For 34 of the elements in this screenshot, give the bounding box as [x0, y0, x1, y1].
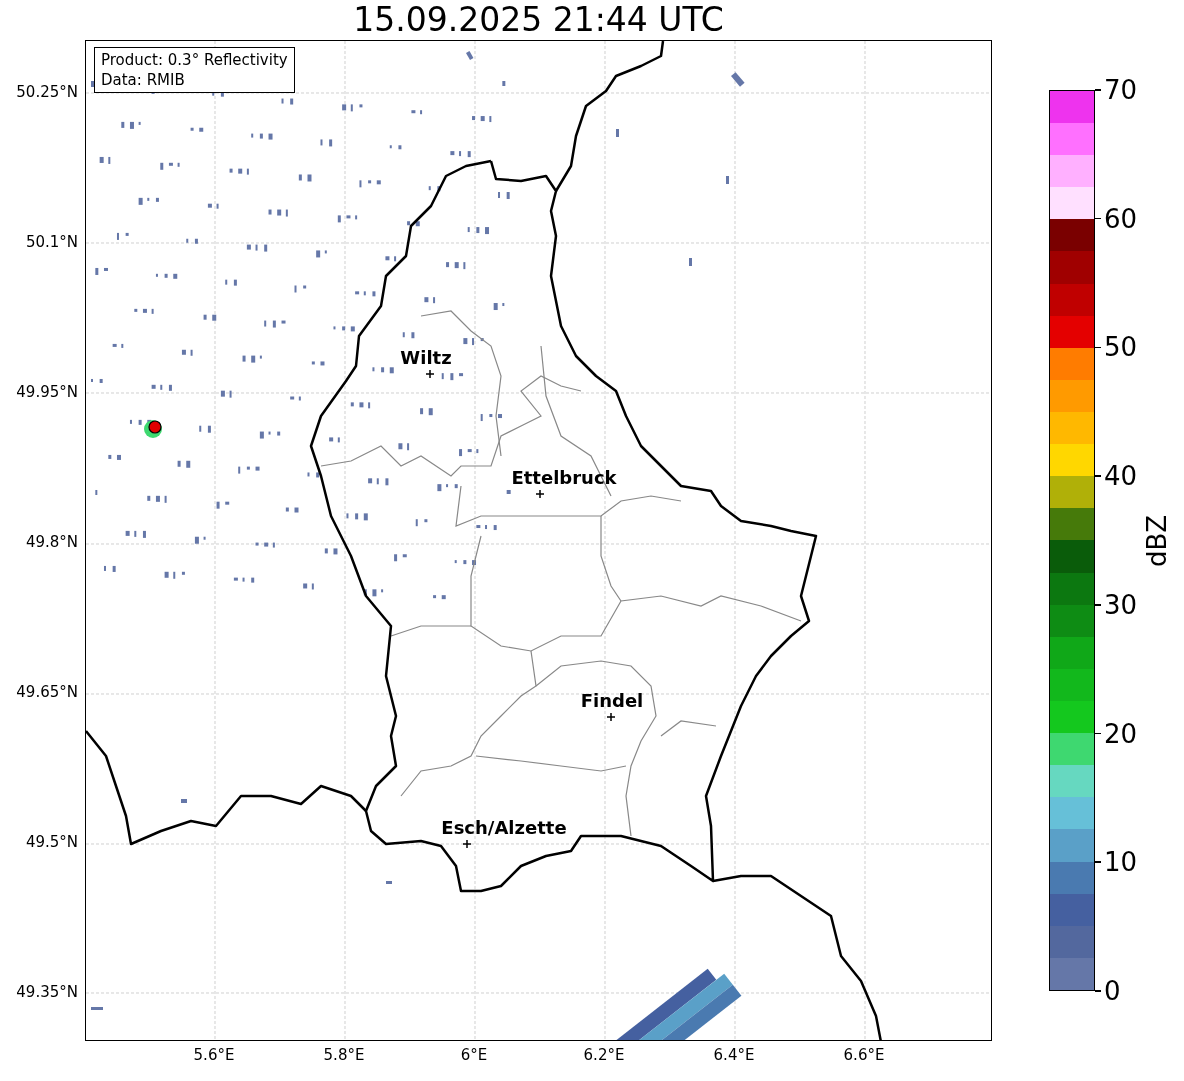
info-text: Data: RMIB [101, 70, 186, 90]
city-label: Findel [580, 691, 644, 711]
longitude-label: 6.2°E [582, 1045, 626, 1065]
scale-tick-label: 50 [1103, 332, 1138, 363]
longitude-label: 5.8°E [322, 1045, 366, 1065]
scale-tick-label: 10 [1103, 847, 1138, 878]
info-text: Product: 0.3° Reflectivity [101, 50, 288, 70]
city-marker [535, 489, 545, 499]
scale-unit-label: dBZ [1142, 514, 1173, 567]
longitude-label: 5.6°E [192, 1045, 236, 1065]
latitude-label: 49.8°N [25, 532, 78, 552]
longitude-label: 6°E [459, 1045, 489, 1065]
longitude-label: 6.4°E [712, 1045, 756, 1065]
city-label: Esch/Alzette [441, 818, 567, 838]
latitude-label: 49.5°N [25, 832, 78, 852]
scale-tick-label: 70 [1103, 75, 1138, 105]
radar-site-marker [148, 420, 162, 434]
latitude-label: 50.25°N [16, 82, 78, 102]
scale-tick-label: 30 [1103, 589, 1138, 620]
scale-tick-label: 60 [1103, 203, 1138, 234]
scale-tick-label: 40 [1103, 461, 1138, 492]
longitude-label: 6.6°E [842, 1045, 886, 1065]
latitude-label: 50.1°N [25, 232, 78, 252]
city-marker [606, 712, 616, 722]
latitude-label: 49.65°N [16, 682, 78, 702]
city-marker [425, 369, 435, 379]
city-label: Ettelbruck [511, 468, 617, 488]
chart-title: 15.09.2025 21:44 UTC [353, 0, 724, 40]
latitude-label: 49.35°N [16, 982, 78, 1002]
latitude-label: 49.95°N [16, 382, 78, 402]
scale-tick-label: 20 [1103, 718, 1138, 749]
city-marker [462, 839, 472, 849]
city-label: Wiltz [400, 348, 452, 368]
scale-tick-label: 0 [1103, 975, 1121, 1006]
